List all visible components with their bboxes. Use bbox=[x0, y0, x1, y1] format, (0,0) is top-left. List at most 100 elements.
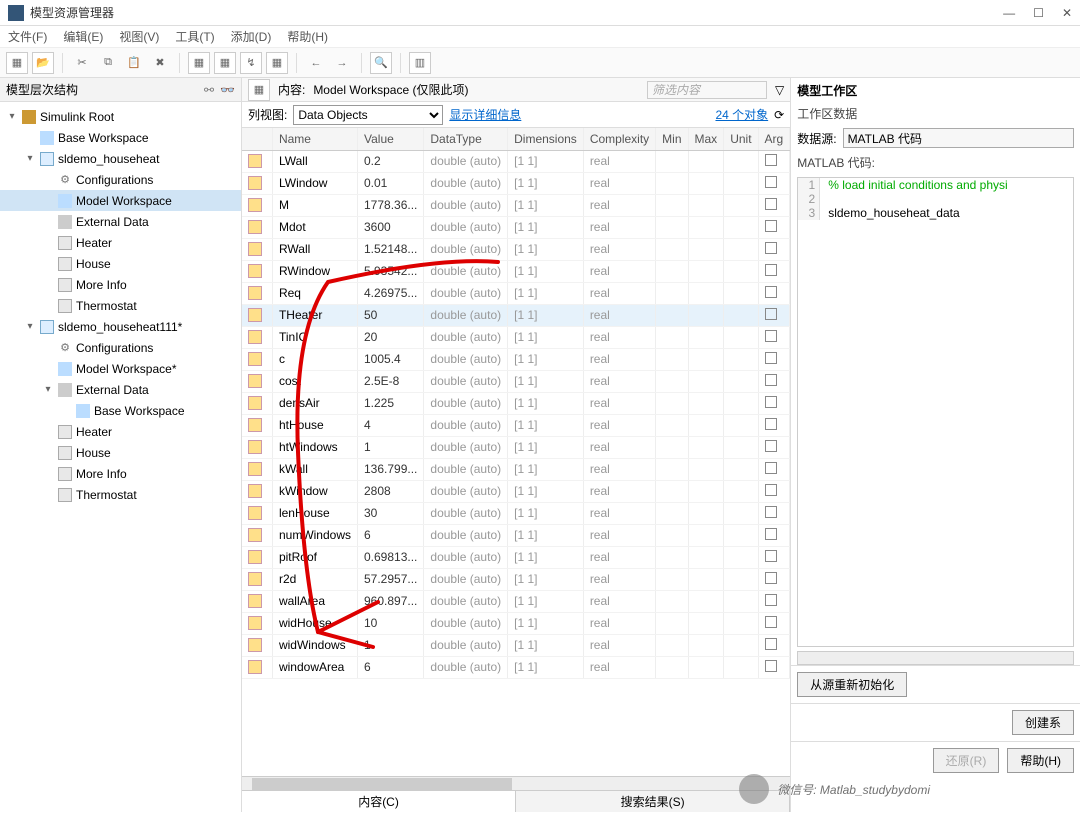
tree-item[interactable]: ▾Simulink Root bbox=[0, 106, 241, 127]
content-scope: Model Workspace (仅限此项) bbox=[313, 81, 639, 98]
reinit-button[interactable]: 从源重新初始化 bbox=[797, 672, 907, 697]
table-row[interactable]: kWindow2808double (auto)[1 1]real bbox=[242, 480, 790, 502]
tree-item[interactable]: Thermostat bbox=[0, 484, 241, 505]
watermark: 微信号: Matlab_studybydomi bbox=[739, 774, 930, 804]
table-row[interactable]: numWindows6double (auto)[1 1]real bbox=[242, 524, 790, 546]
wechat-icon bbox=[739, 774, 769, 804]
table-row[interactable]: THeater50double (auto)[1 1]real bbox=[242, 304, 790, 326]
tree-item[interactable]: Heater bbox=[0, 232, 241, 253]
datasource-input[interactable] bbox=[843, 128, 1074, 148]
table-row[interactable]: densAir1.225double (auto)[1 1]real bbox=[242, 392, 790, 414]
hierarchy-pane: 模型层次结构 ⚯ 👓 ▾Simulink RootBase Workspace▾… bbox=[0, 78, 242, 812]
table-row[interactable]: M1778.36...double (auto)[1 1]real bbox=[242, 194, 790, 216]
table-row[interactable]: cost2.5E-8double (auto)[1 1]real bbox=[242, 370, 790, 392]
delete-icon[interactable]: ✖ bbox=[149, 52, 171, 74]
menu-item[interactable]: 工具(T) bbox=[175, 28, 214, 45]
add-param-icon[interactable]: ▦ bbox=[214, 52, 236, 74]
menu-item[interactable]: 视图(V) bbox=[119, 28, 159, 45]
restore-button[interactable]: 还原(R) bbox=[933, 748, 1000, 773]
menu-item[interactable]: 编辑(E) bbox=[63, 28, 103, 45]
table-row[interactable]: LWall0.2double (auto)[1 1]real bbox=[242, 150, 790, 172]
listview-label: 列视图: bbox=[248, 106, 287, 123]
tree-item[interactable]: External Data bbox=[0, 211, 241, 232]
tree-item[interactable]: Base Workspace bbox=[0, 400, 241, 421]
close-icon[interactable]: ✕ bbox=[1062, 6, 1072, 20]
maximize-icon[interactable]: ☐ bbox=[1033, 6, 1044, 20]
table-row[interactable]: r2d57.2957...double (auto)[1 1]real bbox=[242, 568, 790, 590]
refresh-icon[interactable]: ⟳ bbox=[774, 108, 784, 122]
tree-item[interactable]: ▾sldemo_househeat111* bbox=[0, 316, 241, 337]
window-title: 模型资源管理器 bbox=[30, 4, 1003, 21]
minimize-icon[interactable]: — bbox=[1003, 6, 1015, 20]
layout-icon[interactable]: ▥ bbox=[409, 52, 431, 74]
tree-item[interactable]: House bbox=[0, 253, 241, 274]
table-row[interactable]: htHouse4double (auto)[1 1]real bbox=[242, 414, 790, 436]
tree-item[interactable]: House bbox=[0, 442, 241, 463]
tree-item[interactable]: Thermostat bbox=[0, 295, 241, 316]
table-row[interactable]: LWindow0.01double (auto)[1 1]real bbox=[242, 172, 790, 194]
table-row[interactable]: kWall136.799...double (auto)[1 1]real bbox=[242, 458, 790, 480]
table-row[interactable]: RWindow5.93542...double (auto)[1 1]real bbox=[242, 260, 790, 282]
table-row[interactable]: RWall1.52148...double (auto)[1 1]real bbox=[242, 238, 790, 260]
props-subtitle: 工作区数据 bbox=[791, 103, 1080, 124]
table-row[interactable]: Mdot3600double (auto)[1 1]real bbox=[242, 216, 790, 238]
data-table[interactable]: NameValueDataTypeDimensionsComplexityMin… bbox=[242, 128, 790, 679]
menu-item[interactable]: 帮助(H) bbox=[287, 28, 328, 45]
table-row[interactable]: TinIC20double (auto)[1 1]real bbox=[242, 326, 790, 348]
create-button[interactable]: 创建系 bbox=[1012, 710, 1074, 735]
new-icon[interactable]: ▦ bbox=[6, 52, 28, 74]
tree-item[interactable]: More Info bbox=[0, 274, 241, 295]
app-icon bbox=[8, 5, 24, 21]
link-icon[interactable]: ⚯ bbox=[204, 83, 214, 97]
properties-pane: 模型工作区 工作区数据 数据源: MATLAB 代码: 1% load init… bbox=[791, 78, 1080, 812]
paste-icon[interactable]: 📋 bbox=[123, 52, 145, 74]
add-var-icon[interactable]: ▦ bbox=[188, 52, 210, 74]
chain-icon[interactable]: ↯ bbox=[240, 52, 262, 74]
code-h-scroll[interactable] bbox=[797, 651, 1074, 665]
open-icon[interactable]: 📂 bbox=[32, 52, 54, 74]
tree-item[interactable]: Model Workspace bbox=[0, 190, 241, 211]
cut-icon[interactable]: ✂ bbox=[71, 52, 93, 74]
table-row[interactable]: widHouse10double (auto)[1 1]real bbox=[242, 612, 790, 634]
h-scrollbar[interactable] bbox=[242, 776, 790, 790]
props-title: 模型工作区 bbox=[791, 78, 1080, 103]
menu-item[interactable]: 文件(F) bbox=[8, 28, 47, 45]
fwd-icon[interactable]: → bbox=[331, 52, 353, 74]
search-icon[interactable]: 🔍 bbox=[370, 52, 392, 74]
menubar: 文件(F) 编辑(E) 视图(V) 工具(T) 添加(D) 帮助(H) bbox=[0, 26, 1080, 48]
table-row[interactable]: Req4.26975...double (auto)[1 1]real bbox=[242, 282, 790, 304]
tree-item[interactable]: Base Workspace bbox=[0, 127, 241, 148]
copy-icon[interactable]: ⧉ bbox=[97, 52, 119, 74]
details-link[interactable]: 显示详细信息 bbox=[449, 106, 521, 123]
tree-item[interactable]: Heater bbox=[0, 421, 241, 442]
table-row[interactable]: windowArea6double (auto)[1 1]real bbox=[242, 656, 790, 678]
tree-item[interactable]: ▾External Data bbox=[0, 379, 241, 400]
count-link[interactable]: 24 个对象 bbox=[715, 106, 768, 123]
table-row[interactable]: c1005.4double (auto)[1 1]real bbox=[242, 348, 790, 370]
content-label: 内容: bbox=[278, 81, 305, 98]
tab-content[interactable]: 内容(C) bbox=[242, 791, 516, 812]
filter-input[interactable]: 筛选内容 bbox=[647, 81, 767, 99]
tree-item[interactable]: ⚙Configurations bbox=[0, 169, 241, 190]
table-row[interactable]: lenHouse30double (auto)[1 1]real bbox=[242, 502, 790, 524]
table-row[interactable]: widWindows1double (auto)[1 1]real bbox=[242, 634, 790, 656]
back-icon[interactable]: ← bbox=[305, 52, 327, 74]
help-button[interactable]: 帮助(H) bbox=[1007, 748, 1074, 773]
grid-icon[interactable]: ▦ bbox=[248, 79, 270, 101]
hierarchy-title: 模型层次结构 bbox=[6, 81, 78, 98]
content-pane: ▦ 内容: Model Workspace (仅限此项) 筛选内容 ▽ 列视图:… bbox=[242, 78, 791, 812]
table-row[interactable]: wallArea960.897...double (auto)[1 1]real bbox=[242, 590, 790, 612]
menu-item[interactable]: 添加(D) bbox=[231, 28, 272, 45]
glasses-icon[interactable]: 👓 bbox=[220, 83, 235, 97]
tree-item[interactable]: More Info bbox=[0, 463, 241, 484]
hierarchy-tree[interactable]: ▾Simulink RootBase Workspace▾sldemo_hous… bbox=[0, 102, 241, 812]
tree-item[interactable]: Model Workspace* bbox=[0, 358, 241, 379]
tree-item[interactable]: ⚙Configurations bbox=[0, 337, 241, 358]
funnel-icon[interactable]: ▽ bbox=[775, 83, 784, 97]
listview-select[interactable]: Data Objects bbox=[293, 105, 443, 125]
table-row[interactable]: htWindows1double (auto)[1 1]real bbox=[242, 436, 790, 458]
code-editor[interactable]: 1% load initial conditions and physi23sl… bbox=[797, 177, 1074, 647]
var-icon[interactable]: ▦ bbox=[266, 52, 288, 74]
tree-item[interactable]: ▾sldemo_househeat bbox=[0, 148, 241, 169]
table-row[interactable]: pitRoof0.69813...double (auto)[1 1]real bbox=[242, 546, 790, 568]
